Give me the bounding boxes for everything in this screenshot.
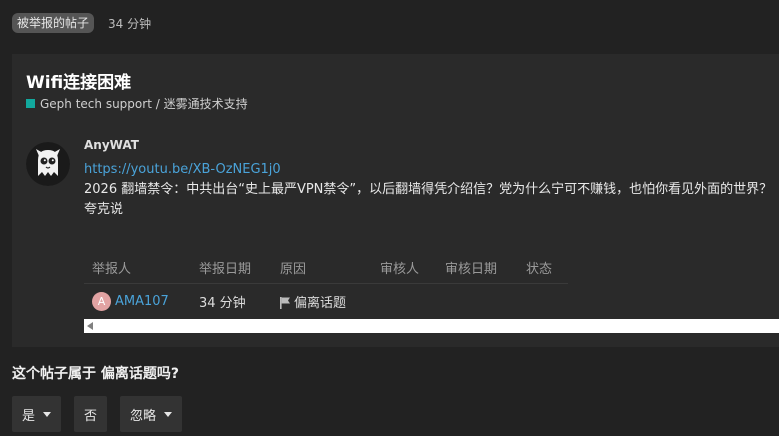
post-body-text: 2026 翻墙禁令：中共出台“史上最严VPN禁令”，以后翻墙得凭介绍信？党为什么… <box>84 182 773 217</box>
reason-text: 偏离话题 <box>294 295 347 311</box>
reporter-cell: A AMA107 <box>84 291 199 311</box>
post-link[interactable]: https://youtu.be/XB-OzNEG1j0 <box>84 162 281 177</box>
category-color-swatch <box>26 99 35 108</box>
flagged-post-header: 被举报的帖子 34 分钟 <box>12 12 151 34</box>
flag-icon <box>280 297 290 309</box>
user-avatar[interactable] <box>26 142 70 186</box>
table-row: A AMA107 34 分钟 偏离话题 <box>84 284 568 318</box>
caret-down-icon <box>164 411 173 417</box>
reporter-link[interactable]: AMA107 <box>115 294 169 309</box>
header-reason: 原因 <box>280 261 307 277</box>
flagged-post-card: Wifi连接困难 Geph tech support / 迷雾通技术支持 Any… <box>12 54 779 347</box>
no-button[interactable]: 否 <box>74 396 108 432</box>
header-reviewer: 审核人 <box>380 261 420 277</box>
horizontal-scrollbar[interactable] <box>84 319 779 333</box>
topic-title[interactable]: Wifi连接困难 <box>26 68 131 93</box>
review-actions: 是 否 忽略 <box>12 396 195 432</box>
caret-down-icon <box>43 411 52 417</box>
category-name: Geph tech support / 迷雾通技术支持 <box>40 97 248 111</box>
ghost-mascot-icon <box>26 142 70 186</box>
reports-table: 举报人 举报日期 原因 审核人 审核日期 状态 A AMA107 34 分钟 偏离… <box>84 251 568 318</box>
review-question: 这个帖子属于 偏离话题吗? <box>12 366 179 382</box>
ignore-label: 忽略 <box>130 408 157 424</box>
reporter-avatar[interactable]: A <box>92 291 111 311</box>
flagged-post-badge[interactable]: 被举报的帖子 <box>12 13 95 33</box>
report-date-cell: 34 分钟 <box>199 295 246 311</box>
yes-dropdown-button[interactable]: 是 <box>12 396 62 432</box>
reports-table-header: 举报人 举报日期 原因 审核人 审核日期 状态 <box>84 251 568 284</box>
no-label: 否 <box>84 408 98 424</box>
ignore-dropdown-button[interactable]: 忽略 <box>120 396 183 432</box>
flag-age: 34 分钟 <box>108 16 152 31</box>
header-review-date: 审核日期 <box>445 261 498 277</box>
header-reporter: 举报人 <box>92 261 132 277</box>
reason-cell: 偏离话题 <box>280 292 380 311</box>
scroll-left-arrow-icon[interactable] <box>87 322 93 330</box>
header-status: 状态 <box>526 261 553 277</box>
category-badge[interactable]: Geph tech support / 迷雾通技术支持 <box>26 95 248 112</box>
header-report-date: 举报日期 <box>199 261 252 277</box>
yes-label: 是 <box>22 408 36 424</box>
post-username[interactable]: AnyWAT <box>84 138 139 152</box>
